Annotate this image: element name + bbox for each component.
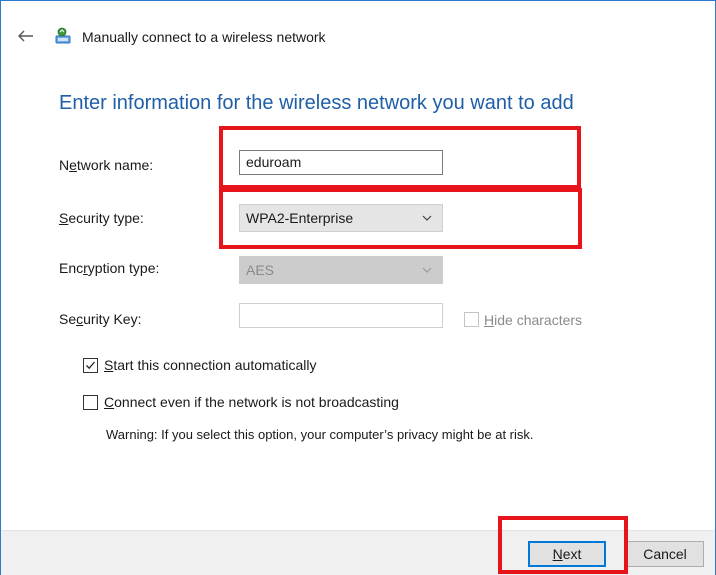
dialog-window: Manually connect to a wireless network E… — [0, 0, 716, 575]
security-key-label: Security Key: — [59, 311, 142, 327]
cancel-button[interactable]: Cancel — [626, 541, 704, 567]
checkmark-icon — [86, 361, 95, 370]
dialog-footer: Next Cancel — [1, 530, 715, 575]
title-bar: Manually connect to a wireless network — [1, 1, 715, 45]
next-button[interactable]: Next — [528, 541, 606, 567]
chevron-down-icon — [422, 215, 432, 221]
chevron-down-icon — [422, 267, 432, 273]
security-type-label: Security type: — [59, 210, 144, 226]
connect-hidden-label[interactable]: Connect even if the network is not broad… — [104, 394, 399, 410]
network-name-label: Network name: — [59, 157, 154, 173]
security-type-dropdown[interactable]: WPA2-Enterprise — [239, 204, 443, 232]
connect-hidden-checkbox[interactable] — [83, 395, 98, 410]
security-type-value: WPA2-Enterprise — [246, 210, 354, 226]
back-arrow-icon[interactable] — [17, 29, 35, 43]
wireless-network-icon — [53, 27, 73, 45]
window-title: Manually connect to a wireless network — [82, 29, 326, 45]
privacy-warning: Warning: If you select this option, your… — [106, 427, 534, 442]
encryption-type-dropdown: AES — [239, 256, 443, 284]
encryption-type-label: Encryption type: — [59, 260, 160, 276]
hide-characters-label: Hide characters — [484, 312, 583, 328]
start-automatically-label[interactable]: Start this connection automatically — [104, 357, 316, 373]
encryption-type-value: AES — [246, 262, 275, 278]
page-heading: Enter information for the wireless netwo… — [59, 92, 574, 114]
hide-characters-checkbox — [464, 312, 479, 327]
start-automatically-checkbox[interactable] — [83, 358, 98, 373]
network-name-input[interactable]: eduroam — [239, 150, 443, 175]
security-key-input[interactable] — [239, 303, 443, 328]
